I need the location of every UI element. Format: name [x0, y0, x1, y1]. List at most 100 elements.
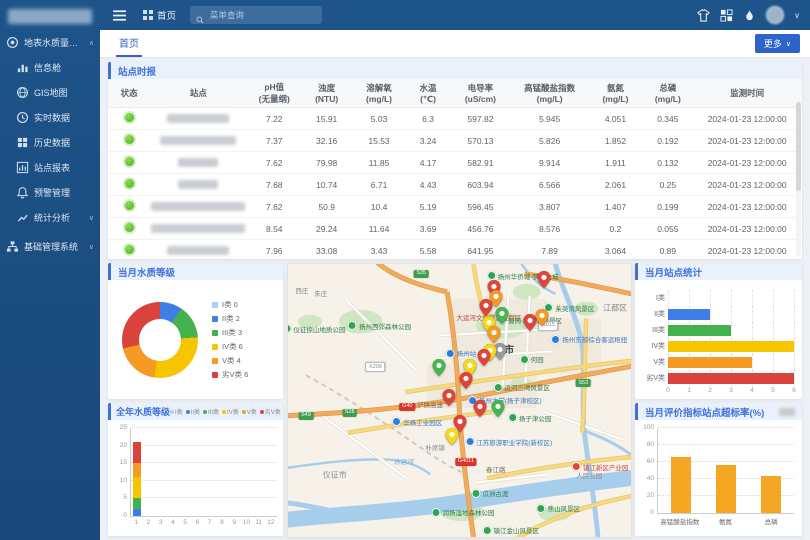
hbar-bar[interactable] — [668, 373, 794, 384]
cell-value: 2024-01-23 12:00:00 — [692, 174, 802, 196]
sidebar-item-statistics[interactable]: 统计分析 ∨ — [0, 205, 100, 230]
station-pin-red[interactable] — [459, 372, 472, 389]
hbar-bar[interactable] — [668, 309, 710, 320]
sidebar-item-history-data[interactable]: 历史数据 — [0, 130, 100, 155]
station-report-icon — [16, 161, 29, 174]
station-pin-red[interactable] — [537, 271, 550, 288]
legend-item[interactable]: I类 0 — [212, 299, 248, 310]
chevron-down-icon[interactable]: ∨ — [794, 11, 800, 20]
app-logo — [8, 9, 92, 24]
station-pin-red[interactable] — [477, 349, 490, 366]
grade-donut-chart[interactable] — [122, 302, 198, 378]
cell-value: 2024-01-23 12:00:00 — [692, 196, 802, 218]
sidebar-item-gis-map[interactable]: GIS地图 — [0, 80, 100, 105]
cell-value: 7.62 — [246, 196, 302, 218]
panel-action-blurred[interactable] — [779, 408, 795, 416]
statistics-icon — [16, 211, 29, 224]
table-row[interactable]: 8.5429.2411.643.69456.768.5760.20.055202… — [108, 218, 802, 240]
hamburger-menu-icon[interactable] — [112, 8, 127, 23]
map-label-poi-blue: 江苏旅游职业学院(新校区) — [465, 437, 552, 447]
legend-item[interactable]: II类 — [186, 407, 200, 416]
map-label-district: 仪征市 — [323, 470, 347, 481]
vbar-bar[interactable] — [761, 476, 781, 513]
hbar-bar[interactable] — [668, 325, 731, 336]
sidebar-item-realtime-data[interactable]: 实时数据 — [0, 105, 100, 130]
cell-value: 50.9 — [302, 196, 351, 218]
tab-home[interactable]: 首页 — [116, 30, 142, 57]
gis-map[interactable]: 扬州市江都区仪征市西庄朱庄朴席镇人民公园沪陕高速春江路古运河扬州华侨城·梦幻之城… — [288, 264, 631, 537]
sidebar-item-label: 统计分析 — [34, 211, 70, 224]
legend-item[interactable]: III类 — [203, 407, 219, 416]
more-button[interactable]: 更多 ∨ — [755, 34, 800, 53]
station-pin-green[interactable] — [433, 359, 446, 376]
station-pin-green[interactable] — [491, 400, 504, 417]
sidebar-item-alert-management[interactable]: 预警管理 — [0, 180, 100, 205]
exceed-rate-chart[interactable]: 020406080100 — [657, 428, 794, 514]
map-label-road: 春江路 — [486, 464, 506, 474]
sidebar-section-monitor-system[interactable]: 地表水质量监测系统 ∧ — [0, 30, 100, 55]
map-label-poi-green: 仪征捺山地质公园 — [287, 324, 345, 334]
table-row[interactable]: 7.9633.083.435.58641.957.893.0640.892024… — [108, 240, 802, 260]
panel-title: 站点时报 — [108, 62, 802, 79]
legend-item[interactable]: 劣V类 — [260, 407, 281, 416]
table-row[interactable]: 7.6279.9811.854.17582.919.9141.9110.1322… — [108, 152, 802, 174]
hbar-bar[interactable] — [668, 341, 794, 352]
base-system-icon — [6, 240, 19, 253]
map-label-poi-green: 焦山风景区 — [537, 503, 581, 513]
breadcrumb-home[interactable]: 首页 — [143, 8, 176, 22]
sidebar-item-info-hub[interactable]: 信息舱 — [0, 55, 100, 80]
station-pin-red[interactable] — [479, 299, 492, 316]
cell-value: 8.54 — [246, 218, 302, 240]
station-stats-chart[interactable]: I类II类III类IV类V类劣V类 — [641, 290, 794, 386]
table-row[interactable]: 7.6250.910.45.19596.453.8071.4070.199202… — [108, 196, 802, 218]
hbar-bar[interactable] — [668, 357, 752, 368]
station-pin-red[interactable] — [473, 400, 486, 417]
station-table[interactable]: 状态站点pH值(无量纲)浊度(NTU)溶解氧(mg/L)水温(℃)电导率(uS/… — [108, 79, 802, 259]
menu-search-input[interactable] — [208, 9, 316, 21]
station-pin-green[interactable] — [495, 307, 508, 324]
table-scrollbar[interactable] — [796, 102, 801, 256]
vbar-bar[interactable] — [671, 457, 691, 513]
legend-item[interactable]: 劣V类 6 — [212, 369, 248, 380]
station-name-blurred — [151, 224, 245, 233]
map-label-district: 江都区 — [603, 302, 627, 313]
menu-search[interactable] — [190, 6, 322, 24]
user-avatar[interactable] — [766, 6, 784, 24]
chevron-down-icon: ∨ — [89, 214, 94, 222]
sidebar-section-base-system[interactable]: 基础管理系统 ∨ — [0, 234, 100, 259]
sidebar-item-station-report[interactable]: 站点报表 — [0, 155, 100, 180]
stacked-bar[interactable] — [133, 442, 141, 516]
annual-grade-chart[interactable]: 0510152025 — [130, 428, 277, 517]
legend-item[interactable]: IV类 6 — [212, 341, 248, 352]
legend-item[interactable]: I类 — [170, 407, 183, 416]
status-dot — [125, 113, 134, 122]
legend-item[interactable]: III类 3 — [212, 327, 248, 338]
station-pin-yellow[interactable] — [446, 428, 459, 445]
legend-item[interactable]: V类 4 — [212, 355, 248, 366]
hbar-category-label: III类 — [641, 325, 668, 335]
table-row[interactable]: 7.3732.1615.533.24570.135.8261.8520.1922… — [108, 130, 802, 152]
table-row[interactable]: 7.6810.746.714.43603.946.5662.0610.25202… — [108, 174, 802, 196]
legend-item[interactable]: IV类 — [222, 407, 239, 416]
chevron-down-icon: ∨ — [786, 40, 791, 48]
map-label-water: 古运河 — [394, 456, 414, 466]
theme-skin-icon[interactable] — [697, 9, 710, 22]
station-pin-red[interactable] — [443, 389, 456, 406]
column-header: 水温(℃) — [407, 79, 449, 108]
column-header: pH值(无量纲) — [246, 79, 302, 108]
legend-item[interactable]: II类 2 — [212, 313, 248, 324]
cell-value: 582.91 — [449, 152, 511, 174]
dark-mode-flame-icon[interactable] — [743, 9, 756, 22]
column-header: 站点 — [150, 79, 246, 108]
chevron-up-icon: ∧ — [89, 39, 94, 47]
vbar-bar[interactable] — [716, 465, 736, 513]
monitor-system-icon — [6, 36, 19, 49]
table-row[interactable]: 7.2215.915.036.3597.825.9454.0510.345202… — [108, 108, 802, 130]
station-pin-orange[interactable] — [535, 309, 548, 326]
layout-settings-icon[interactable] — [720, 9, 733, 22]
cell-value: 6.71 — [351, 174, 407, 196]
legend-item[interactable]: V类 — [242, 407, 257, 416]
station-pin-orange[interactable] — [487, 326, 500, 343]
station-report-panel: 站点时报 状态站点pH值(无量纲)浊度(NTU)溶解氧(mg/L)水温(℃)电导… — [108, 62, 802, 259]
cell-value: 8.576 — [512, 218, 588, 240]
